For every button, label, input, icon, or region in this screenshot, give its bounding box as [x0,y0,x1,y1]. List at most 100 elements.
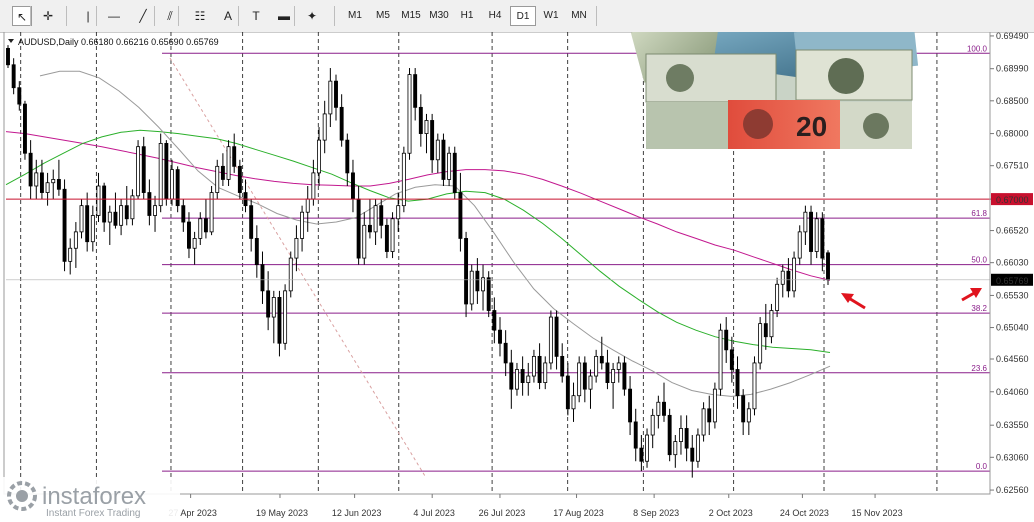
candle-body [469,270,474,305]
candlestick [814,212,819,259]
candle-body [107,211,112,223]
shapes-dropdown-icon[interactable]: ✦ [302,6,322,26]
candle-body [164,143,169,200]
fib-level-label: 100.0 [967,44,988,53]
candle-body [780,270,785,285]
candle-body [45,182,50,193]
candle-body [136,146,141,197]
time-tick-label: 4 Jul 2023 [413,508,455,518]
candle-body [684,428,689,449]
toolbar-separator [596,6,597,26]
candle-body [198,218,203,239]
candle-body [187,221,191,249]
price-tick-label: 0.68990 [996,64,1029,74]
cursor-icon[interactable]: ↖ [12,6,32,26]
toolbar-separator [334,6,335,26]
candle-body [746,408,751,423]
watermark-brand: instaforex [42,483,146,510]
candle-body [17,87,22,105]
candle-body [729,349,734,370]
candlestick [718,323,723,396]
candle-body [379,205,384,226]
fib-level-label: 0.0 [976,462,988,471]
candle-body [170,169,174,200]
candle-body [724,329,729,351]
candle-body [758,323,763,364]
candle-body [662,401,666,416]
price-tick-label: 0.64060 [996,387,1029,397]
candle-body [639,447,644,462]
timeframe-w1[interactable]: W1 [538,6,564,26]
candle-body [452,152,457,193]
candle-body [339,106,344,141]
vertical-line-icon[interactable]: | [78,6,98,26]
price-chart[interactable]: 100.061.850.038.223.60.0 0.694900.689900… [0,32,1034,522]
candle-body [605,362,610,383]
timeframe-m15[interactable]: M15 [398,6,424,26]
candle-body [305,198,310,213]
fib-level-label: 38.2 [971,304,987,313]
candlestick [486,271,491,318]
candle-body [594,355,599,377]
candle-body [486,277,491,311]
candle-body [786,270,791,292]
watermark-tagline: Instant Forex Trading [46,508,141,519]
candle-body [628,388,633,423]
candle-body [6,47,10,66]
price-tick-label: 0.66520 [996,226,1029,236]
candlestick [164,140,169,206]
candle-body [271,297,276,318]
text-tool-icon[interactable]: A [218,6,238,26]
candle-body [599,355,604,364]
candle-body [79,205,84,233]
candle-body [141,146,146,193]
timeframe-mn[interactable]: MN [566,6,592,26]
candle-body [792,257,797,292]
candle-body [809,211,813,252]
candle-body [673,441,678,456]
toolbar-separator [294,6,295,26]
candlestick [62,179,67,272]
candle-body [322,113,327,141]
timeframe-h1[interactable]: H1 [454,6,480,26]
candle-body [701,408,706,436]
timeframe-m5[interactable]: M5 [370,6,396,26]
crosshair-icon[interactable]: ✛ [38,6,58,26]
candle-body [814,218,819,252]
candle-body [384,224,389,252]
rectangle-icon[interactable]: ▬ [274,6,294,26]
candle-body [775,283,780,311]
timeframe-h4[interactable]: H4 [482,6,508,26]
candlestick [226,140,231,186]
candle-body [390,218,395,252]
candle-body [707,408,712,423]
timeframe-m1[interactable]: M1 [342,6,368,26]
text-label-icon[interactable]: T [246,6,266,26]
chart-symbol-header: AUDUSD,Daily 0.66180 0.66216 0.65690 0.6… [18,37,219,47]
candle-body [571,395,576,410]
fib-level-label: 61.8 [971,209,987,218]
current-price-label: 0.65769 [996,276,1029,286]
timeframe-m30[interactable]: M30 [426,6,452,26]
candle-body [820,218,825,259]
candle-body [622,362,627,390]
candlestick [441,133,446,186]
timeframe-d1[interactable]: D1 [510,6,536,26]
toolbar-separator [30,6,31,26]
candle-body [582,362,587,390]
candle-body [237,165,242,193]
candle-body [34,172,39,187]
candle-body [39,172,44,193]
candle-body [181,205,186,223]
candle-body [650,414,655,436]
candle-body [401,152,406,207]
candlestick [23,100,27,160]
trendline-icon[interactable]: ╱ [133,6,153,26]
candle-body [492,310,497,331]
candle-body [503,342,508,364]
fibonacci-icon[interactable]: ☷ [190,6,210,26]
horizontal-line-icon[interactable]: — [104,6,124,26]
candlestick [390,212,395,259]
channel-icon[interactable]: ⫽ [160,6,180,26]
candle-body [203,218,208,233]
